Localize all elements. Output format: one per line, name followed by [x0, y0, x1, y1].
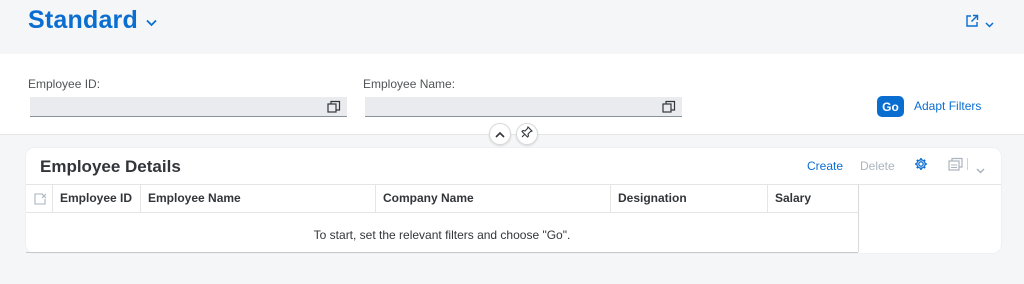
filter-bar: Employee ID: Employee Name: Go Adapt Fil… — [0, 54, 1024, 135]
toolbar-divider — [967, 158, 968, 170]
employee-id-label: Employee ID: — [28, 77, 101, 91]
page-header: Standard — [0, 0, 1024, 54]
value-help-icon[interactable] — [662, 100, 676, 114]
column-header-company-name[interactable]: Company Name — [376, 185, 611, 212]
collapse-icon[interactable] — [495, 125, 505, 143]
go-button[interactable]: Go — [877, 96, 904, 117]
pin-header-button[interactable] — [516, 123, 538, 145]
column-header-employee-name[interactable]: Employee Name — [141, 185, 376, 212]
pin-icon[interactable] — [521, 125, 534, 143]
employee-id-field[interactable] — [30, 97, 347, 117]
table-filler-column — [858, 184, 1001, 252]
no-data-row: To start, set the relevant filters and c… — [26, 212, 858, 252]
share-icon[interactable] — [965, 14, 979, 33]
export-icon[interactable] — [948, 157, 964, 176]
adapt-filters-button[interactable]: Adapt Filters — [914, 99, 981, 113]
chevron-down-icon[interactable] — [985, 15, 994, 33]
value-help-icon[interactable] — [327, 100, 341, 114]
no-data-text: To start, set the relevant filters and c… — [313, 228, 571, 242]
collapse-header-button[interactable] — [489, 123, 511, 145]
create-button[interactable]: Create — [807, 159, 843, 173]
select-all-cell[interactable] — [26, 185, 53, 212]
employee-table-card: Employee Details Create Delete Employee … — [26, 148, 1001, 253]
employee-name-field[interactable] — [365, 97, 682, 117]
column-header-employee-id[interactable]: Employee ID — [53, 185, 141, 212]
delete-button[interactable]: Delete — [860, 159, 895, 173]
column-header-salary[interactable]: Salary — [768, 185, 858, 212]
settings-icon[interactable] — [914, 157, 928, 176]
variant-title[interactable]: Standard — [28, 6, 138, 35]
chevron-down-icon[interactable] — [976, 161, 985, 179]
share-button[interactable] — [965, 14, 994, 33]
table-header-row: Employee ID Employee Name Company Name D… — [26, 184, 858, 213]
employee-name-label: Employee Name: — [363, 77, 456, 91]
chevron-down-icon[interactable] — [146, 14, 157, 32]
table-title: Employee Details — [40, 157, 181, 176]
variant-selector[interactable]: Standard — [28, 6, 157, 35]
column-header-designation[interactable]: Designation — [611, 185, 768, 212]
table-bottom-divider — [26, 252, 858, 253]
